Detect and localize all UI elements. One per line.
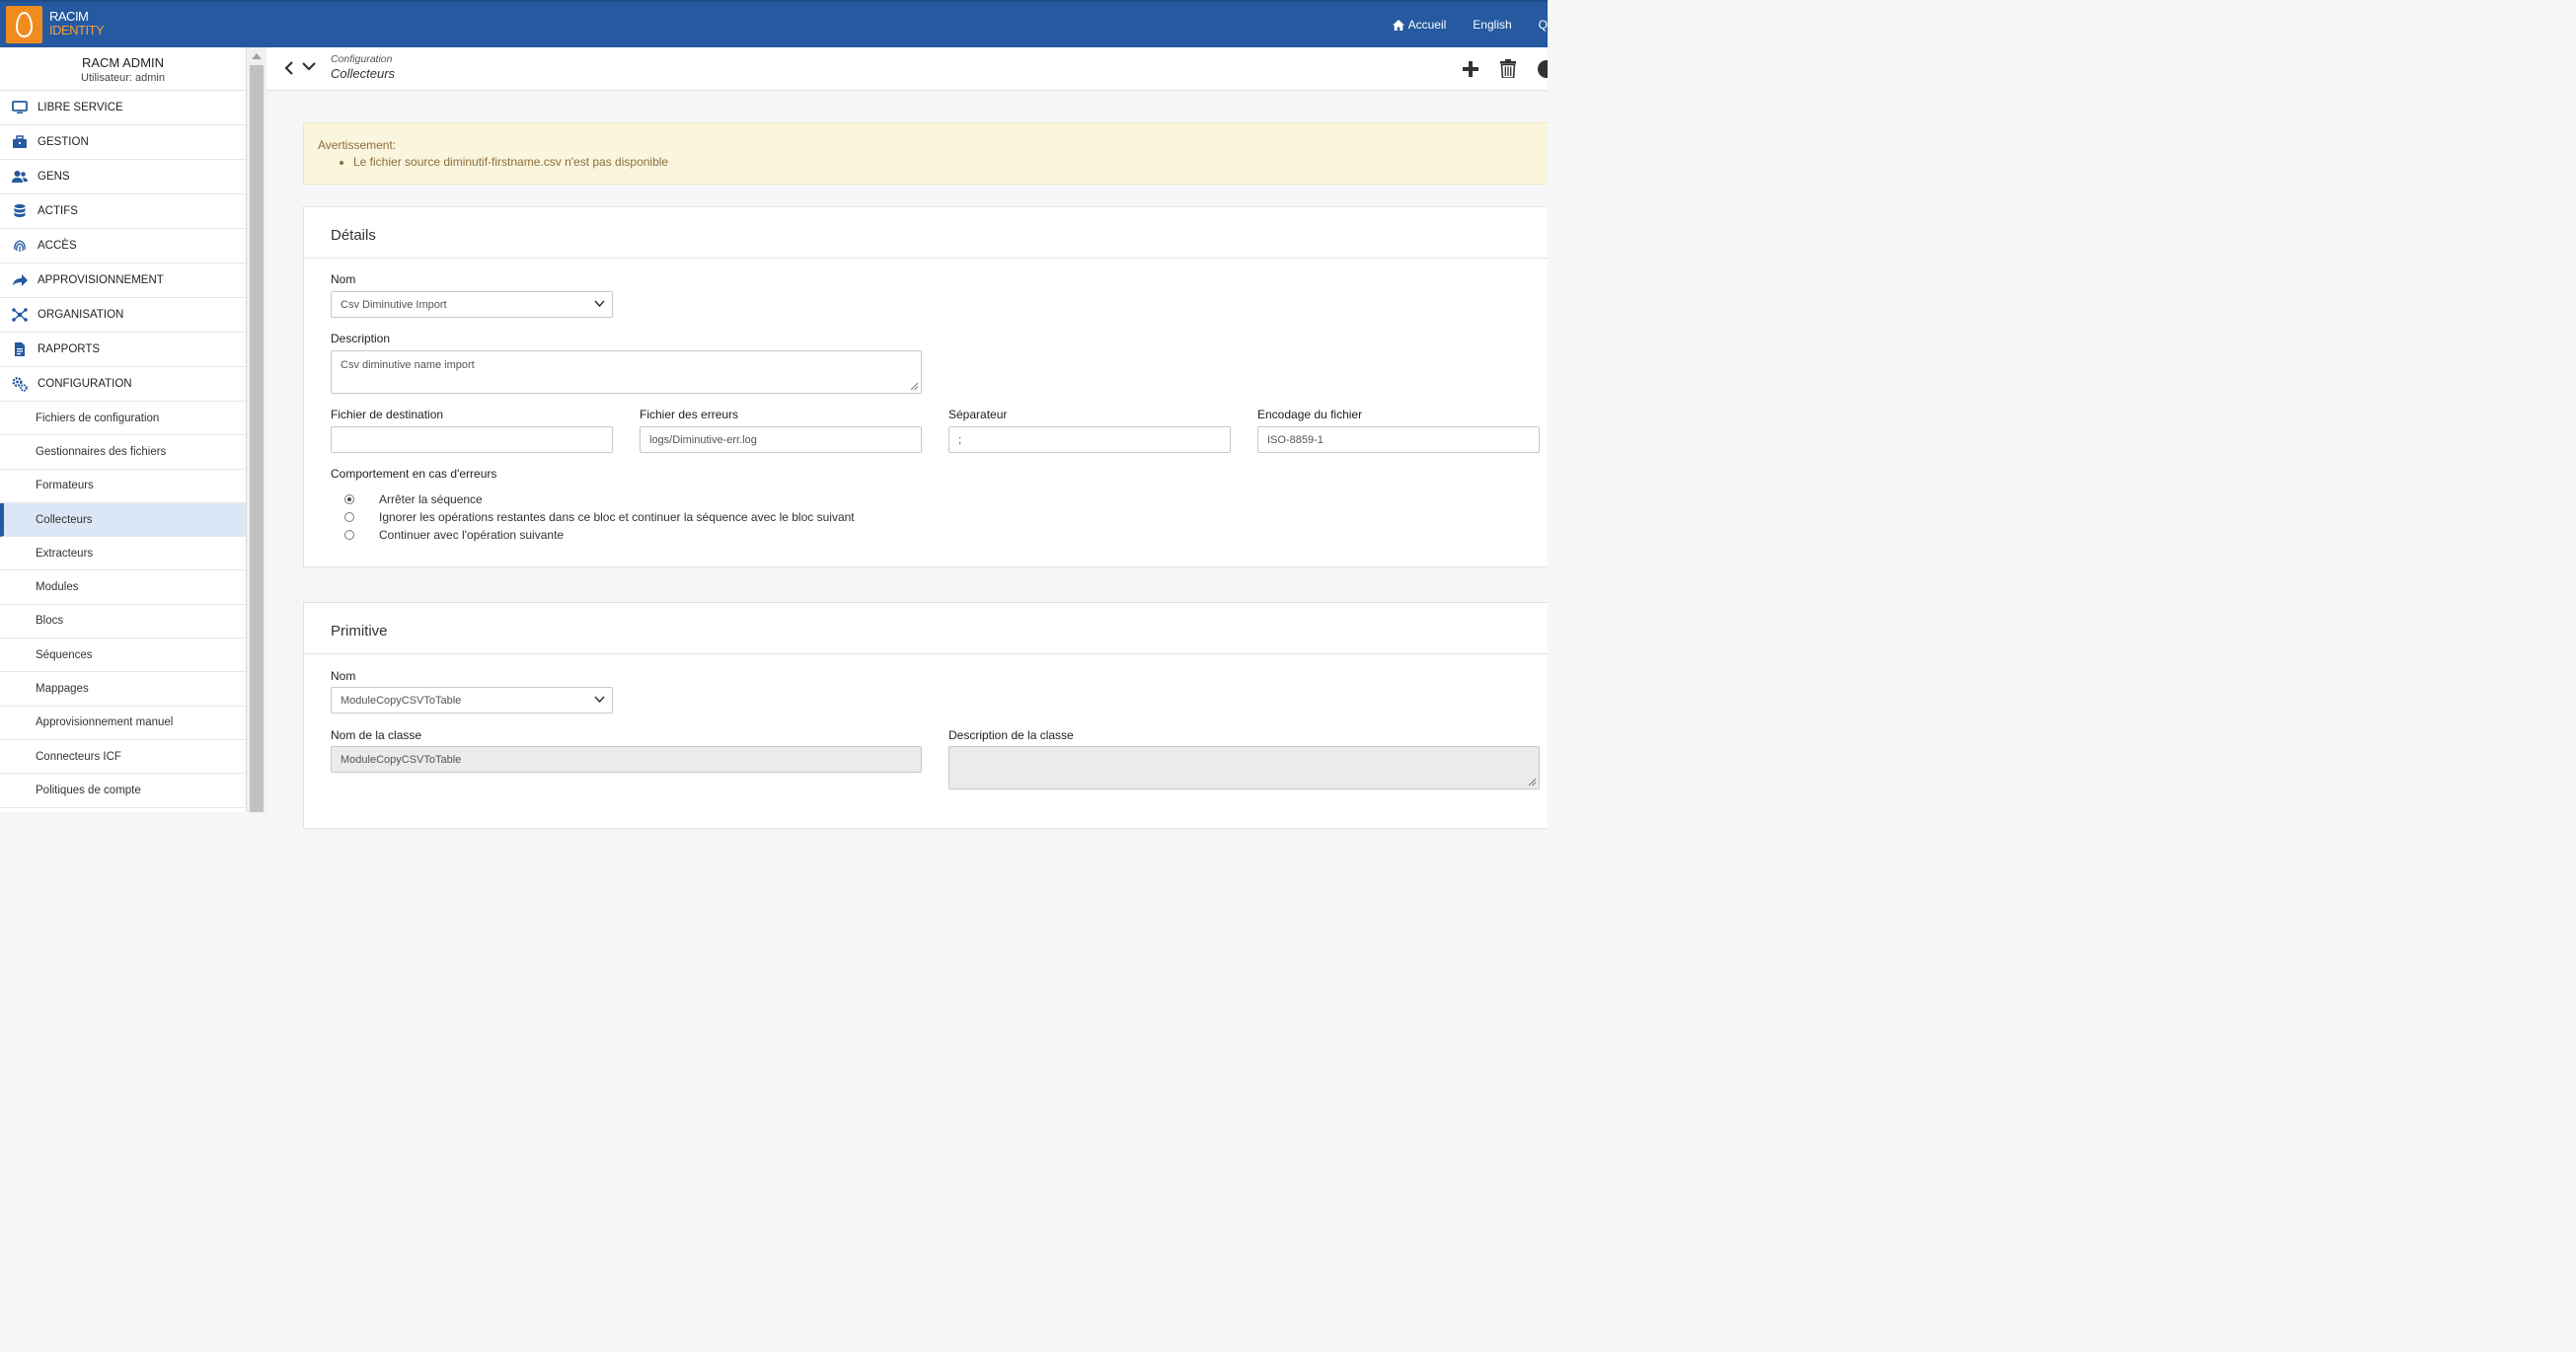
submenu-extracteurs[interactable]: Extracteurs [0, 537, 246, 571]
sidebar-item-approvisionnement[interactable]: APPROVISIONNEMENT [0, 263, 246, 298]
network-icon [12, 308, 28, 322]
top-nav: Accueil English Q [1366, 18, 1548, 32]
nom-select[interactable]: Csv Diminutive Import [331, 291, 613, 318]
primitive-title: Primitive [304, 603, 1548, 654]
file-icon [15, 342, 25, 356]
submenu-gestionnaires-des-fichiers[interactable]: Gestionnaires des fichiers [0, 435, 246, 470]
submenu-modules[interactable]: Modules [0, 570, 246, 605]
submenu-sequences[interactable]: Séquences [0, 638, 246, 673]
nom-label: Nom [331, 272, 356, 286]
separator-label: Séparateur [948, 408, 1008, 421]
submenu-fichiers-de-configuration[interactable]: Fichiers de configuration [0, 402, 246, 436]
help-icon[interactable] [1538, 59, 1548, 78]
submenu-connecteurs-icf[interactable]: Connecteurs ICF [0, 740, 246, 775]
logo-icon[interactable] [6, 6, 42, 43]
chevron-left-icon[interactable] [284, 61, 294, 75]
primitive-card: Primitive Nom ModuleCopyCSVToTable Nom d… [303, 602, 1548, 829]
user-info: RACM ADMIN Utilisateur: admin [0, 47, 246, 91]
description-textarea[interactable]: Csv diminutive name import [331, 350, 922, 394]
sidebar-item-actifs[interactable]: ACTIFS [0, 194, 246, 229]
home-link[interactable]: Accueil [1392, 18, 1446, 32]
breadcrumb-parent[interactable]: Configuration [331, 53, 395, 65]
primitive-nom-select[interactable]: ModuleCopyCSVToTable [331, 687, 613, 714]
quit-link[interactable]: Q [1539, 18, 1548, 32]
submenu-mappages[interactable]: Mappages [0, 672, 246, 707]
users-icon [12, 171, 28, 183]
radio-ignore-remaining[interactable]: Ignorer les opérations restantes dans ce… [344, 510, 855, 524]
details-title: Détails [304, 207, 1548, 259]
radio-stop-sequence[interactable]: Arrêter la séquence [344, 492, 483, 506]
class-description-label: Description de la classe [948, 728, 1074, 742]
breadcrumb: Configuration Collecteurs [331, 53, 395, 81]
behavior-label: Comportement en cas d'erreurs [331, 467, 497, 481]
cogs-icon [12, 377, 28, 392]
sidebar-scrollbar[interactable] [247, 47, 266, 812]
monitor-icon [12, 101, 28, 113]
chevron-down-icon [594, 300, 605, 308]
briefcase-icon [13, 135, 27, 148]
encoding-label: Encodage du fichier [1257, 408, 1363, 421]
sidebar-item-libre-service[interactable]: LIBRE SERVICE [0, 91, 246, 125]
error-file-input[interactable]: logs/Diminutive-err.log [640, 426, 922, 453]
destination-file-label: Fichier de destination [331, 408, 444, 421]
header-actions [1463, 59, 1548, 78]
destination-file-input[interactable] [331, 426, 613, 453]
encoding-input[interactable]: ISO-8859-1 [1257, 426, 1540, 453]
sidebar-item-gestion[interactable]: GESTION [0, 125, 246, 160]
language-link[interactable]: English [1473, 18, 1511, 32]
chevron-down-icon[interactable] [302, 61, 316, 71]
scrollbar-thumb[interactable] [250, 65, 264, 812]
page-title: Collecteurs [331, 66, 396, 81]
sidebar-item-configuration[interactable]: CONFIGURATION [0, 367, 246, 402]
submenu-politiques-de-compte[interactable]: Politiques de compte [0, 774, 246, 808]
warning-alert: Avertissement: Le fichier source diminut… [303, 122, 1548, 185]
radio-button[interactable] [344, 530, 354, 540]
resize-handle-icon[interactable] [910, 382, 919, 391]
error-file-label: Fichier des erreurs [640, 408, 739, 421]
nav-arrows [284, 61, 316, 75]
warning-title: Avertissement: [318, 138, 397, 152]
description-label: Description [331, 332, 391, 345]
submenu-blocs[interactable]: Blocs [0, 605, 246, 639]
scroll-up-icon[interactable] [252, 53, 262, 59]
sidebar-item-rapports[interactable]: RAPPORTS [0, 333, 246, 367]
sidebar-item-organisation[interactable]: ORGANISATION [0, 298, 246, 333]
radio-button[interactable] [344, 494, 354, 504]
user-name: RACM ADMIN [81, 55, 165, 70]
page-header: Configuration Collecteurs [266, 47, 1548, 91]
radio-continue-next[interactable]: Continuer avec l'opération suivante [344, 528, 564, 542]
class-name-input: ModuleCopyCSVToTable [331, 746, 922, 773]
submenu-collecteurs[interactable]: Collecteurs [0, 502, 246, 538]
sidebar-item-gens[interactable]: GENS [0, 160, 246, 194]
top-bar: RACIM IDENTITY Accueil English Q [0, 0, 1548, 47]
submenu-approvisionnement-manuel[interactable]: Approvisionnement manuel [0, 707, 246, 740]
sidebar: RACM ADMIN Utilisateur: admin LIBRE SERV… [0, 47, 247, 812]
database-icon [14, 204, 26, 217]
add-icon[interactable] [1463, 60, 1478, 77]
user-subtitle: Utilisateur: admin [81, 72, 165, 84]
details-card: Détails Nom Csv Diminutive Import Descri… [303, 206, 1548, 567]
class-description-textarea [948, 746, 1540, 789]
warning-message: Le fichier source diminutif-firstname.cs… [353, 155, 1534, 169]
fingerprint-icon [14, 240, 26, 252]
class-name-label: Nom de la classe [331, 728, 422, 742]
brand-name: RACIM IDENTITY [49, 9, 105, 38]
submenu-formateurs[interactable]: Formateurs [0, 470, 246, 503]
separator-input[interactable]: ; [948, 426, 1231, 453]
trash-icon[interactable] [1500, 59, 1516, 78]
home-icon [1392, 19, 1404, 31]
chevron-down-icon [594, 696, 605, 704]
radio-button[interactable] [344, 512, 354, 522]
sidebar-item-acces[interactable]: ACCÈS [0, 229, 246, 263]
primitive-nom-label: Nom [331, 669, 356, 683]
share-icon [13, 274, 28, 286]
resize-handle-icon [1528, 778, 1537, 787]
